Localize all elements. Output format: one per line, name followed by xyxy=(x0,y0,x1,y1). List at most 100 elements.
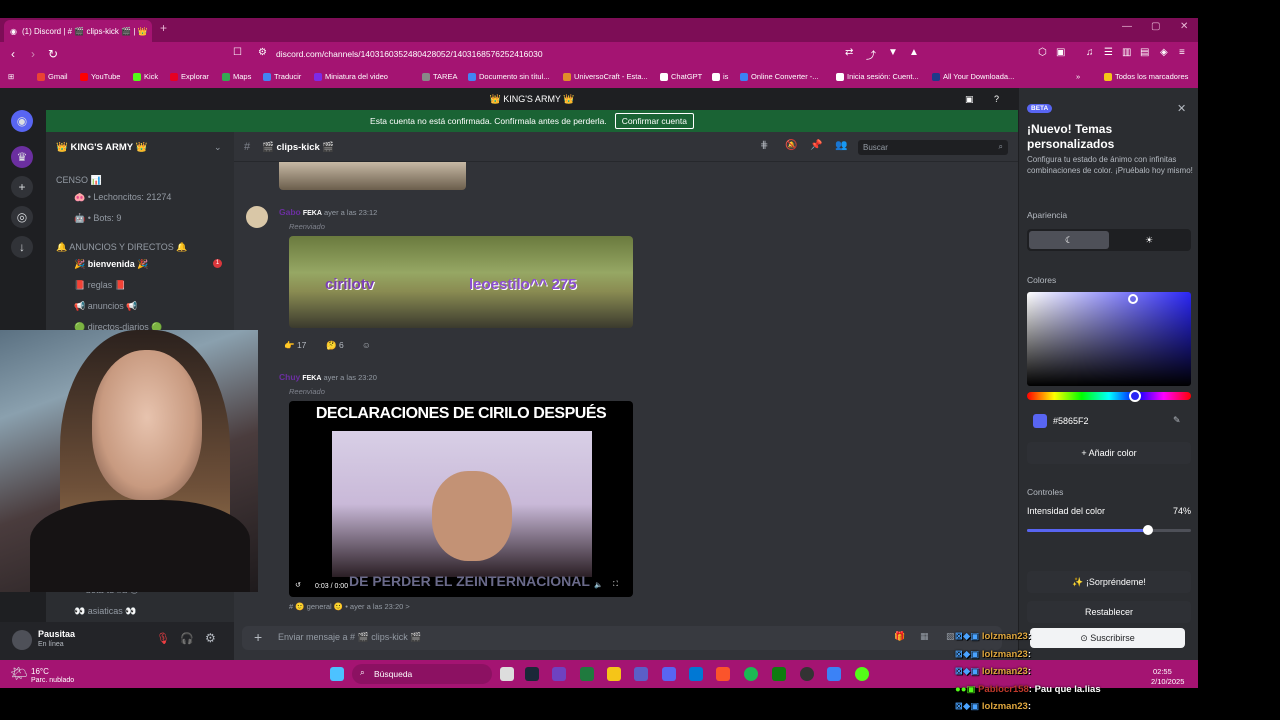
bookmark-is[interactable]: is xyxy=(712,72,728,81)
all-bookmarks[interactable]: Todos los marcadores xyxy=(1104,72,1188,81)
sticker-icon[interactable]: ▧ xyxy=(946,631,955,642)
light-mode-icon[interactable]: ☀ xyxy=(1109,231,1189,249)
fullscreen-icon[interactable]: ⛶ xyxy=(613,581,618,589)
file-explorer-icon[interactable] xyxy=(607,667,621,681)
brave-icon[interactable] xyxy=(716,667,730,681)
user-avatar[interactable] xyxy=(12,630,32,650)
message-input[interactable]: + Enviar mensaje a # 🎬 clips-kick 🎬 🎁 ▦ … xyxy=(242,626,1002,650)
hex-color-row[interactable]: #5865F2 ✎ xyxy=(1027,412,1191,434)
bookmark-kick[interactable]: Kick xyxy=(133,72,158,81)
app-icon[interactable] xyxy=(552,667,566,681)
gif-icon[interactable]: ▦ xyxy=(920,631,929,642)
add-server-icon[interactable]: + xyxy=(11,176,33,198)
search-input[interactable]: Buscar ⌕ xyxy=(858,140,1008,155)
confirm-account-button[interactable]: Confirmar cuenta xyxy=(614,113,694,129)
clip-image[interactable]: cirilotv leoestilo^^ 275 xyxy=(289,236,633,328)
weather-icon[interactable]: 🌤 xyxy=(10,665,28,682)
mic-muted-icon[interactable]: 🎙 xyxy=(156,632,170,645)
wallet-alt-icon[interactable]: ▤ xyxy=(1140,47,1149,58)
vpn-icon[interactable]: ◈ xyxy=(1160,47,1168,58)
brave-shield-icon[interactable]: ▼ xyxy=(888,47,898,58)
reading-list-icon[interactable]: ☰ xyxy=(1104,47,1113,58)
bookmark-traducir[interactable]: Traducir xyxy=(263,72,301,81)
bookmark-gmail[interactable]: Gmail xyxy=(37,72,68,81)
settings-icon[interactable]: ⚙ xyxy=(205,631,216,645)
bookmark-miniatura[interactable]: Miniatura del video xyxy=(314,72,388,81)
add-color-button[interactable]: + Añadir color xyxy=(1027,442,1191,464)
dark-mode-icon[interactable]: ☾ xyxy=(1029,231,1109,249)
message-username[interactable]: Chuy xyxy=(279,372,300,382)
brave-rewards-icon[interactable]: ▲ xyxy=(909,47,919,58)
steam-icon[interactable] xyxy=(525,667,539,681)
bookmark-universocraft[interactable]: UniversoCraft - Esta... xyxy=(563,72,648,81)
bookmark-youtube[interactable]: YouTube xyxy=(80,72,120,81)
close-panel-icon[interactable]: ✕ xyxy=(1177,102,1186,115)
bookmark-explorar[interactable]: Explorar xyxy=(170,72,209,81)
new-tab-icon[interactable]: + xyxy=(160,21,167,35)
explore-icon[interactable]: ◎ xyxy=(11,206,33,228)
gift-icon[interactable]: 🎁 xyxy=(894,631,905,642)
minecraft-icon[interactable] xyxy=(580,667,594,681)
share-icon[interactable]: ⤴ xyxy=(866,47,876,62)
pin-icon[interactable]: 📌 xyxy=(810,140,822,151)
hue-slider[interactable] xyxy=(1027,390,1191,402)
bookmark-inicia-sesion[interactable]: Inicia sesión: Cuent... xyxy=(836,72,919,81)
mute-icon[interactable]: 🔕 xyxy=(785,140,797,151)
help-icon[interactable]: ? xyxy=(994,88,999,110)
reaction-1[interactable]: 👉 17 xyxy=(284,340,306,351)
add-reaction-icon[interactable]: ☺ xyxy=(362,340,371,350)
surprise-button[interactable]: ✨ ¡Sorpréndeme! xyxy=(1027,571,1191,593)
headset-icon[interactable]: 🎧 xyxy=(180,632,194,645)
attach-icon[interactable]: + xyxy=(254,629,262,645)
bookmark-chatgpt[interactable]: ChatGPT xyxy=(660,72,702,81)
apps-icon[interactable]: ⊞ xyxy=(8,72,14,81)
category-censo[interactable]: CENSO 📊 xyxy=(56,175,102,186)
windows-start-icon[interactable] xyxy=(330,667,344,681)
url-input[interactable]: discord.com/channels/1403160352480428052… xyxy=(276,49,543,59)
discord-taskbar-icon[interactable] xyxy=(662,667,676,681)
teams-icon[interactable] xyxy=(634,667,648,681)
xbox-icon[interactable] xyxy=(772,667,786,681)
reaction-2[interactable]: 🤔 6 xyxy=(326,340,344,351)
music-icon[interactable]: ♫ xyxy=(1086,47,1094,58)
channel-reglas[interactable]: 📕 reglas 📕 xyxy=(74,280,126,291)
channel-asiaticas[interactable]: 👀 asiaticas 👀 xyxy=(74,606,136,617)
bookmark-documento[interactable]: Documento sin títul... xyxy=(468,72,549,81)
discord-home-icon[interactable]: ◉ xyxy=(11,110,33,132)
spotify-icon[interactable] xyxy=(744,667,758,681)
intensity-slider[interactable] xyxy=(1027,525,1191,535)
server-name[interactable]: 👑 KING'S ARMY 👑 xyxy=(56,142,147,153)
download-icon[interactable]: ↓ xyxy=(11,236,33,258)
members-icon[interactable]: 👥 xyxy=(835,140,847,151)
bookmark-maps[interactable]: Maps xyxy=(222,72,251,81)
reload-icon[interactable]: ↻ xyxy=(43,47,63,61)
category-anuncios[interactable]: 🔔 ANUNCIOS Y DIRECTOS 🔔 xyxy=(56,242,187,253)
channel-anuncios[interactable]: 📢 anuncios 📢 xyxy=(74,301,137,312)
bookmark-icon[interactable]: ☐ xyxy=(233,47,242,58)
wallet-icon[interactable]: ▣ xyxy=(1056,47,1065,58)
previous-image[interactable] xyxy=(279,162,466,190)
hex-value[interactable]: #5865F2 xyxy=(1053,416,1089,426)
channel-bots[interactable]: 🤖 • Bots: 9 xyxy=(74,213,121,224)
translate-icon[interactable]: ⇄ xyxy=(845,47,853,58)
menu-icon[interactable]: ≡ xyxy=(1179,47,1185,58)
sidebar-icon[interactable]: ▥ xyxy=(1122,47,1131,58)
obs-icon[interactable] xyxy=(800,667,814,681)
eyedropper-icon[interactable]: ✎ xyxy=(1173,415,1181,426)
window-close-icon[interactable]: ✕ xyxy=(1180,21,1188,32)
channel-lechoncitos[interactable]: 🐽 • Lechoncitos: 21274 xyxy=(74,192,171,203)
server-kings-army-icon[interactable]: ♛ xyxy=(11,146,33,168)
bookmark-tarea[interactable]: TAREA xyxy=(422,72,457,81)
reset-button[interactable]: Restablecer xyxy=(1027,601,1191,623)
color-picker[interactable] xyxy=(1027,292,1191,386)
avatar[interactable] xyxy=(246,206,268,228)
video-player[interactable]: DECLARACIONES DE CIRILO DESPUÉS DE PERDE… xyxy=(289,401,633,597)
forward-icon[interactable]: › xyxy=(23,47,43,61)
bookmark-converter[interactable]: Online Converter -... xyxy=(740,72,819,81)
message-footer[interactable]: # 🙂 general 🙂 • ayer a las 23:20 > xyxy=(289,602,410,611)
message-username[interactable]: Gabo xyxy=(279,207,301,217)
intensity-knob[interactable] xyxy=(1143,525,1154,535)
taskbar-search[interactable]: ⌕ Búsqueda xyxy=(352,664,492,684)
site-info-icon[interactable]: ⚙ xyxy=(258,47,267,58)
app-active-icon[interactable] xyxy=(827,667,841,681)
